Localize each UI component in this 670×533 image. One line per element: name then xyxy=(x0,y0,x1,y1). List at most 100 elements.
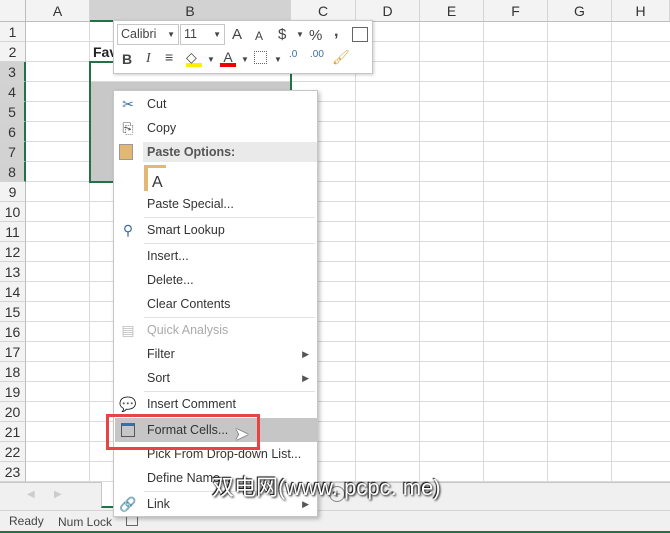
row-header-23[interactable]: 23 xyxy=(0,462,26,482)
column-header-c[interactable]: C xyxy=(291,0,356,22)
row-header-6[interactable]: 6 xyxy=(0,122,26,142)
column-header-f[interactable]: F xyxy=(484,0,548,22)
column-header-d[interactable]: D xyxy=(356,0,420,22)
menu-item-clear-contents[interactable]: Clear Contents xyxy=(115,292,317,316)
menu-item-quick-analysis: ▤ Quick Analysis xyxy=(115,318,317,342)
menu-label: Sort xyxy=(147,371,170,385)
row-header-4[interactable]: 4 xyxy=(0,82,26,102)
menu-item-cut[interactable]: ✂ Cut xyxy=(115,92,317,116)
submenu-arrow-icon: ▶ xyxy=(302,373,309,383)
menu-label: Insert Comment xyxy=(147,397,236,411)
menu-item-insert-comment[interactable]: 💬 Insert Comment xyxy=(115,392,317,416)
search-icon: ⚲ xyxy=(122,222,134,238)
menu-label: Clear Contents xyxy=(147,297,231,311)
comma-button[interactable]: , xyxy=(334,23,338,41)
gridline xyxy=(419,22,420,482)
row-header-7[interactable]: 7 xyxy=(0,142,26,162)
scroll-left-icon[interactable]: ◀ xyxy=(27,489,35,500)
menu-item-sort[interactable]: Sort ▶ xyxy=(115,366,317,390)
mini-toolbar: Calibri ▼ 11 ▼ A A $ ▼ % , B I ≡ ◇ ▼ A ▼ ▼… xyxy=(113,20,373,74)
menu-label: Quick Analysis xyxy=(147,323,229,337)
dropdown-arrow-icon[interactable]: ▼ xyxy=(241,55,249,64)
dropdown-arrow-icon[interactable]: ▼ xyxy=(207,55,215,64)
row-header-16[interactable]: 16 xyxy=(0,322,26,342)
menu-item-paste-special[interactable]: Paste Special... xyxy=(115,192,317,216)
font-size: 11 xyxy=(184,27,197,41)
corner-select-all[interactable] xyxy=(0,0,26,22)
column-header-a[interactable]: A xyxy=(26,0,90,22)
paste-keep-text-button[interactable]: A xyxy=(144,165,166,191)
mouse-cursor-icon: ➤ xyxy=(234,424,250,444)
scissors-icon: ✂ xyxy=(122,96,134,112)
borders-icon[interactable] xyxy=(254,51,267,64)
row-header-14[interactable]: 14 xyxy=(0,282,26,302)
menu-label: Filter xyxy=(147,347,175,361)
row-header-5[interactable]: 5 xyxy=(0,102,26,122)
fill-color-icon[interactable]: ◇ xyxy=(186,49,202,67)
row-header-1[interactable]: 1 xyxy=(0,22,26,42)
currency-button[interactable]: $ xyxy=(278,26,286,43)
row-header-15[interactable]: 15 xyxy=(0,302,26,322)
menu-item-delete[interactable]: Delete... xyxy=(115,268,317,292)
gridline xyxy=(355,22,356,482)
paste-clipboard-icon xyxy=(119,144,133,160)
row-header-22[interactable]: 22 xyxy=(0,442,26,462)
font-color-button[interactable]: A xyxy=(220,49,236,67)
menu-item-insert[interactable]: Insert... xyxy=(115,244,317,268)
row-header-2[interactable]: 2 xyxy=(0,42,26,62)
gridline xyxy=(483,22,484,482)
row-header-17[interactable]: 17 xyxy=(0,342,26,362)
row-header-9[interactable]: 9 xyxy=(0,182,26,202)
scroll-right-icon[interactable]: ▶ xyxy=(54,489,62,500)
bold-button[interactable]: B xyxy=(122,51,132,67)
paste-glyph: A xyxy=(152,174,163,191)
link-icon: 🔗 xyxy=(119,496,137,512)
menu-label: Copy xyxy=(147,121,177,135)
submenu-arrow-icon: ▶ xyxy=(302,349,309,359)
menu-item-copy[interactable]: ⎘ Copy xyxy=(115,116,317,140)
gridline xyxy=(547,22,548,482)
menu-label: Insert... xyxy=(147,249,189,263)
column-header-e[interactable]: E xyxy=(420,0,484,22)
context-menu: ✂ Cut ⎘ Copy Paste Options: A Paste Specia… xyxy=(113,90,318,517)
row-header-20[interactable]: 20 xyxy=(0,402,26,422)
row-header-19[interactable]: 19 xyxy=(0,382,26,402)
row-header-11[interactable]: 11 xyxy=(0,222,26,242)
row-header-3[interactable]: 3 xyxy=(0,62,26,82)
menu-label: Paste Special... xyxy=(147,197,234,211)
shrink-font-button[interactable]: A xyxy=(255,29,263,43)
center-align-icon[interactable]: ≡ xyxy=(165,49,173,65)
format-painter-icon[interactable]: 🖌 xyxy=(332,49,350,66)
row-header-10[interactable]: 10 xyxy=(0,202,26,222)
increase-decimal-button[interactable]: .0 xyxy=(289,49,297,60)
decrease-decimal-button[interactable]: .00 xyxy=(310,49,324,60)
status-ready: Ready xyxy=(9,514,44,528)
menu-label: Cut xyxy=(147,97,167,111)
dropdown-arrow-icon[interactable]: ▼ xyxy=(274,55,282,64)
row-header-13[interactable]: 13 xyxy=(0,262,26,282)
font-size-dropdown[interactable]: 11 ▼ xyxy=(180,24,225,45)
paste-options-header: Paste Options: xyxy=(143,142,317,162)
italic-button[interactable]: I xyxy=(146,51,151,67)
font-name-dropdown[interactable]: Calibri ▼ xyxy=(117,24,179,45)
quick-analysis-icon: ▤ xyxy=(121,322,135,338)
dropdown-arrow-icon: ▼ xyxy=(167,30,175,39)
row-header-12[interactable]: 12 xyxy=(0,242,26,262)
dropdown-arrow-icon: ▼ xyxy=(213,30,221,39)
dropdown-arrow-icon[interactable]: ▼ xyxy=(296,30,304,39)
column-header-g[interactable]: G xyxy=(548,0,612,22)
percent-button[interactable]: % xyxy=(309,27,322,44)
watermark: 双电网(www. pcpc. me) xyxy=(212,475,441,500)
grow-font-button[interactable]: A xyxy=(232,26,242,43)
row-header-21[interactable]: 21 xyxy=(0,422,26,442)
column-header-b[interactable]: B xyxy=(90,0,291,22)
row-header-18[interactable]: 18 xyxy=(0,362,26,382)
menu-item-filter[interactable]: Filter ▶ xyxy=(115,342,317,366)
column-header-h[interactable]: H xyxy=(612,0,670,22)
wrap-text-icon[interactable] xyxy=(352,27,368,42)
menu-item-smart-lookup[interactable]: ⚲ Smart Lookup xyxy=(115,218,317,242)
menu-label: Smart Lookup xyxy=(147,223,225,237)
row-header-8[interactable]: 8 xyxy=(0,162,26,182)
gridline xyxy=(611,22,612,482)
menu-label: Paste Options: xyxy=(147,145,236,159)
